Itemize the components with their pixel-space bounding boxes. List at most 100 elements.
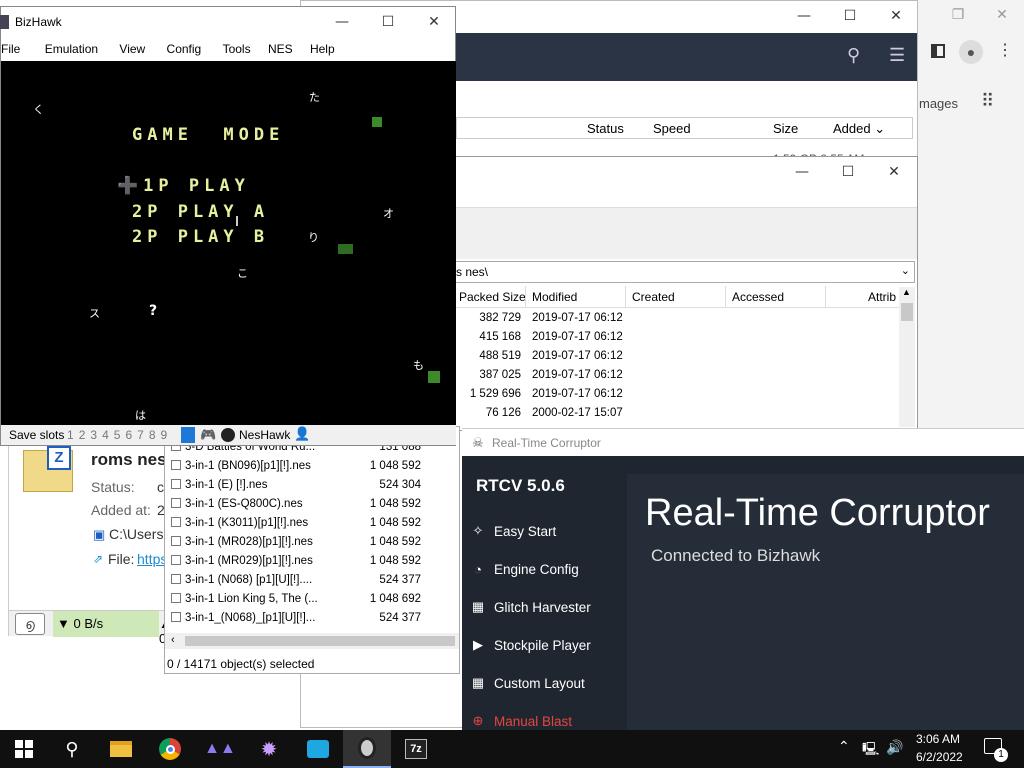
save-slot-6[interactable]: 6 (125, 428, 132, 442)
minimize-icon[interactable]: — (779, 157, 825, 187)
col-modified[interactable]: Modified (532, 290, 577, 304)
file-row[interactable]: 3-in-1 (E) [!].nes 524 304 (171, 479, 455, 497)
apps-grid-icon[interactable]: ⠿ (981, 92, 994, 110)
hamburger-icon[interactable]: ☰ (889, 45, 905, 66)
chevron-down-icon[interactable]: ⌄ (901, 264, 910, 277)
save-slot-8[interactable]: 8 (149, 428, 156, 442)
col-size[interactable]: Size (773, 121, 798, 136)
col-attrib[interactable]: Attrib (868, 290, 896, 304)
path-value[interactable]: C:\Users (109, 526, 163, 542)
rtcv-nav-custom-layout[interactable]: ▦ Custom Layout (462, 664, 627, 702)
zip-row-packed[interactable]: 415 168 (479, 331, 521, 343)
nav-icon: ✧ (472, 523, 484, 538)
rtcv-nav-engine-config[interactable]: ◔ Engine Config (462, 550, 627, 588)
maximize-icon[interactable]: ☐ (825, 157, 871, 187)
minimize-icon[interactable]: — (319, 7, 365, 37)
zip-row-modified[interactable]: 2019-07-17 06:12 (532, 312, 623, 324)
zip-row-modified[interactable]: 2000-02-17 15:07 (532, 407, 623, 419)
scroll-up-icon[interactable]: ▲ (902, 287, 911, 297)
zip-row-packed[interactable]: 488 519 (479, 350, 521, 362)
col-packed-size[interactable]: Packed Size (459, 290, 526, 304)
file-row[interactable]: 3-in-1 (ES-Q800C).nes 1 048 592 (171, 498, 455, 516)
bizhawk-icon[interactable] (343, 730, 391, 768)
restore-icon[interactable]: ❐ (935, 0, 981, 30)
save-slot-9[interactable]: 9 (161, 428, 168, 442)
menu-emulation[interactable]: Emulation (32, 38, 106, 60)
col-added[interactable]: Added ⌄ (833, 121, 885, 137)
rtcv-nav-stockpile-player[interactable]: ▶ Stockpile Player (462, 626, 627, 664)
zip-row-packed[interactable]: 382 729 (479, 312, 521, 324)
snail-icon[interactable]: ൭ (15, 613, 45, 635)
app-icon[interactable]: ▲▲ (196, 730, 244, 768)
save-slot-3[interactable]: 3 (90, 428, 97, 442)
start-icon[interactable] (0, 730, 48, 768)
volume-icon[interactable]: 🔊 (886, 739, 903, 756)
maximize-icon[interactable]: ☐ (827, 1, 873, 31)
col-speed[interactable]: Speed (653, 121, 691, 136)
file-explorer-icon[interactable] (97, 730, 145, 768)
file-link[interactable]: https (137, 551, 167, 567)
maximize-icon[interactable]: ☐ (365, 7, 411, 37)
avatar[interactable]: ● (959, 40, 983, 64)
menu-nes[interactable]: NES (262, 38, 301, 60)
download-icon[interactable] (294, 730, 342, 768)
chrome-icon[interactable] (146, 730, 194, 768)
save-slot-2[interactable]: 2 (79, 428, 86, 442)
sidebar-toggle-icon[interactable] (931, 44, 945, 58)
menu-tools[interactable]: Tools (213, 38, 259, 60)
scrollbar[interactable]: ▲ (899, 287, 915, 427)
tray-chevron-icon[interactable]: ⌃ (838, 738, 850, 755)
col-accessed[interactable]: Accessed (732, 290, 784, 304)
h-scrollbar[interactable]: ‹ (165, 633, 459, 649)
scroll-left-icon[interactable]: ‹ (171, 634, 175, 646)
scroll-thumb[interactable] (901, 303, 913, 321)
save-slot-4[interactable]: 4 (102, 428, 109, 442)
file-row[interactable]: 3-in-1_(N068)_[p1][U][!]... 524 377 (171, 612, 455, 630)
file-icon (171, 593, 181, 603)
menu-bar: File Emulation View Config Tools NES Hel… (0, 38, 455, 60)
search-icon[interactable]: ⚲ (48, 730, 96, 768)
minimize-icon[interactable]: — (781, 1, 827, 31)
rtcv-icon[interactable]: ✹ (245, 730, 293, 768)
close-icon[interactable]: ✕ (873, 1, 919, 31)
7zip-icon[interactable]: 7z (392, 730, 440, 768)
zip-row-modified[interactable]: 2019-07-17 06:12 (532, 369, 623, 381)
file-row[interactable]: 3-in-1 (MR029)[p1][!].nes 1 048 592 (171, 555, 455, 573)
file-row[interactable]: 3-in-1 (MR028)[p1][!].nes 1 048 592 (171, 536, 455, 554)
clock-time[interactable]: 3:06 AM (916, 732, 960, 746)
path-bar[interactable]: s nes\ ⌄ (453, 261, 915, 283)
zip-row-modified[interactable]: 2019-07-17 06:12 (532, 331, 623, 343)
col-created[interactable]: Created (632, 290, 675, 304)
zip-row-modified[interactable]: 2019-07-17 06:12 (532, 388, 623, 400)
zip-row-packed[interactable]: 76 126 (486, 407, 521, 419)
slot-indicator[interactable] (181, 427, 195, 443)
search-icon[interactable]: ⚲ (847, 45, 860, 66)
close-icon[interactable]: ✕ (871, 157, 917, 187)
network-icon[interactable]: 🖳 (862, 740, 879, 762)
file-row[interactable]: 3-in-1 (K3011)[p1][!].nes 1 048 592 (171, 517, 455, 535)
col-status[interactable]: Status (587, 121, 624, 136)
menu-file[interactable]: File (0, 38, 28, 60)
save-slot-1[interactable]: 1 (67, 428, 74, 442)
nav-icon: ⊕ (472, 713, 484, 728)
file-row[interactable]: 3-in-1 (N068) [p1][U][!].... 524 377 (171, 574, 455, 592)
close-icon[interactable]: ✕ (979, 0, 1024, 30)
h-scroll-thumb[interactable] (185, 636, 455, 646)
save-slot-7[interactable]: 7 (137, 428, 144, 442)
file-row[interactable]: 3-in-1 (BN096)[p1][!].nes 1 048 592 (171, 460, 455, 478)
images-label[interactable]: mages (919, 96, 958, 111)
more-vert-icon[interactable]: ⋮ (997, 40, 1013, 60)
menu-help[interactable]: Help (304, 38, 343, 60)
rtcv-nav-glitch-harvester[interactable]: ▦ Glitch Harvester (462, 588, 627, 626)
zip-row-packed[interactable]: 387 025 (479, 369, 521, 381)
zip-row-modified[interactable]: 2019-07-17 06:12 (532, 350, 623, 362)
clock-date[interactable]: 6/2/2022 (916, 750, 963, 764)
rtcv-nav-easy-start[interactable]: ✧ Easy Start (462, 512, 627, 550)
zip-row-packed[interactable]: 1 529 696 (470, 388, 521, 400)
close-icon[interactable]: ✕ (411, 7, 457, 37)
save-slot-5[interactable]: 5 (114, 428, 121, 442)
menu-config[interactable]: Config (157, 38, 210, 60)
menu-view[interactable]: View (109, 38, 153, 60)
file-row[interactable]: 3-in-1 Lion King 5, The (... 1 048 692 (171, 593, 455, 611)
game-screen[interactable]: GAME MODE ➕1P PLAY 2P PLAY A 2P PLAY B く… (1, 61, 456, 425)
